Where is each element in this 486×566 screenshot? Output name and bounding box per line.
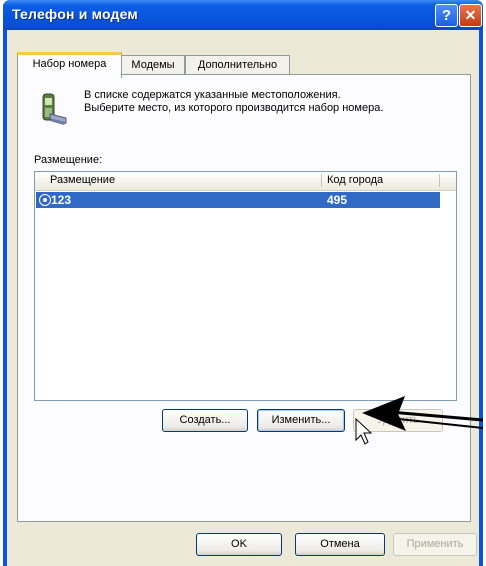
pointer-arrow-icon <box>362 396 484 431</box>
mouse-cursor-icon <box>355 417 373 445</box>
tab-dialing-rules[interactable]: Набор номера <box>17 52 122 78</box>
annotation-overlay <box>355 396 484 445</box>
dialog-window: Телефон и модем ? ✕ Набор номера Модемы … <box>0 0 486 566</box>
